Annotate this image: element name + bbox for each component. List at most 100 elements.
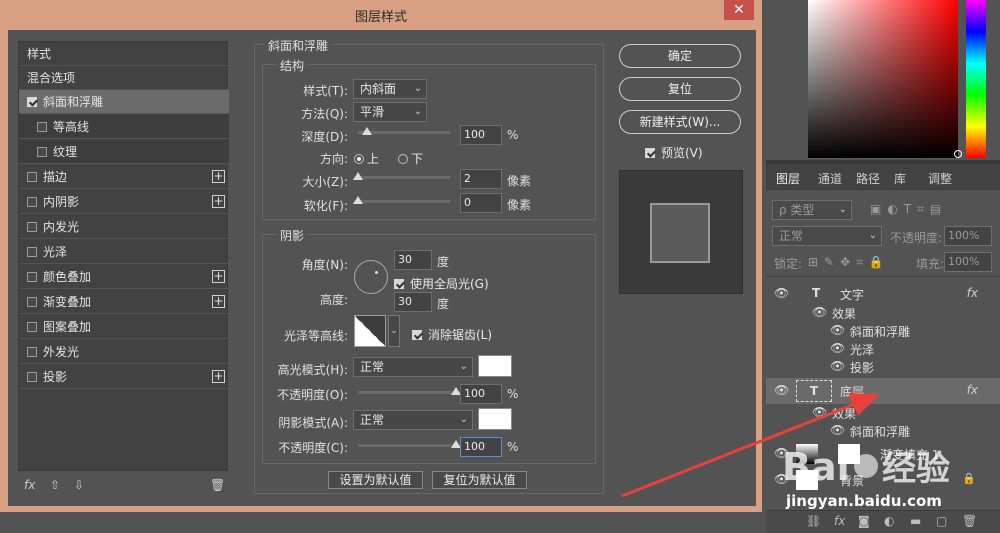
add-effect-icon[interactable]: +: [212, 295, 225, 308]
reset-default-button[interactable]: 复位为默认值: [432, 471, 527, 489]
style-select[interactable]: 内斜面 ⌄: [353, 79, 427, 99]
checkbox-icon[interactable]: [27, 222, 37, 232]
global-light-checkbox[interactable]: 使用全局光(G): [394, 275, 489, 292]
altitude-input[interactable]: 30: [394, 292, 432, 312]
size-slider[interactable]: [353, 172, 450, 180]
eye-icon[interactable]: 👁: [774, 383, 789, 397]
highlight-mode-select[interactable]: 正常 ⌄: [353, 357, 473, 377]
opacity-input[interactable]: 100%: [944, 226, 992, 246]
fx-icon[interactable]: fx: [967, 286, 978, 300]
angle-dial[interactable]: [354, 260, 388, 294]
style-item[interactable]: 描边 +: [19, 165, 229, 189]
dialog-titlebar[interactable]: 图层样式 ✕: [0, 0, 762, 28]
depth-input[interactable]: 100: [460, 125, 502, 145]
tab-channels[interactable]: 通道: [818, 170, 842, 187]
layer-row-text[interactable]: 👁 T 文字 fx: [766, 284, 1000, 306]
shadow-opacity-input[interactable]: 100: [460, 437, 502, 457]
kind-filter-select[interactable]: ρ 类型 ⌄: [772, 200, 852, 220]
blending-options-item[interactable]: 混合选项: [19, 66, 229, 90]
fx-icon[interactable]: fx: [24, 478, 35, 492]
fill-input[interactable]: 100%: [944, 252, 992, 272]
layer-row-base[interactable]: 👁 T 底层 fx: [766, 378, 1000, 404]
new-style-button[interactable]: 新建样式(W)...: [619, 110, 741, 134]
reset-button[interactable]: 复位: [619, 77, 741, 101]
effect-row[interactable]: 👁 投影: [766, 358, 1000, 380]
close-button[interactable]: ✕: [724, 0, 754, 20]
soften-input[interactable]: 0: [460, 193, 502, 213]
add-effect-icon[interactable]: +: [212, 195, 225, 208]
tab-layers[interactable]: 图层: [776, 170, 800, 187]
tab-libraries[interactable]: 库: [894, 170, 906, 187]
move-down-icon[interactable]: ⇩: [74, 478, 84, 492]
size-slider-thumb[interactable]: [353, 172, 363, 180]
add-effect-icon[interactable]: +: [212, 270, 225, 283]
style-item[interactable]: 光泽: [19, 240, 229, 264]
highlight-opacity-slider[interactable]: [358, 387, 461, 395]
tab-adjustments[interactable]: 调整: [928, 170, 952, 187]
checkbox-icon[interactable]: [27, 297, 37, 307]
trash-icon[interactable]: 🗑: [210, 478, 225, 492]
method-select[interactable]: 平滑 ⌄: [353, 102, 427, 122]
shadow-opacity-slider[interactable]: [358, 440, 461, 448]
lock-icons[interactable]: ⊞✎✥⌗🔒: [808, 255, 890, 270]
style-item[interactable]: 外发光: [19, 340, 229, 364]
add-effect-icon[interactable]: +: [212, 370, 225, 383]
preview-checkbox[interactable]: 预览(V): [645, 144, 703, 161]
fx-icon[interactable]: fx: [967, 383, 978, 397]
color-picker-field[interactable]: [808, 0, 958, 158]
chevron-down-icon[interactable]: ⌄: [388, 315, 400, 347]
checkbox-icon[interactable]: [37, 122, 47, 132]
depth-slider-thumb[interactable]: [362, 127, 373, 135]
filter-icons[interactable]: ▣◐T⌗▤: [870, 202, 947, 217]
checkbox-icon[interactable]: [27, 347, 37, 357]
eye-icon[interactable]: 👁: [812, 405, 827, 419]
eye-icon[interactable]: 👁: [774, 286, 789, 300]
checkbox-icon[interactable]: [37, 147, 47, 157]
angle-input[interactable]: 30: [394, 250, 432, 270]
color-picker-cursor[interactable]: [954, 150, 962, 158]
style-item[interactable]: 等高线: [19, 115, 229, 139]
eye-icon[interactable]: 👁: [830, 359, 845, 373]
shadow-color-swatch[interactable]: [478, 408, 512, 430]
checkbox-icon[interactable]: [27, 372, 37, 382]
style-item[interactable]: 投影 +: [19, 365, 229, 389]
style-item[interactable]: 纹理: [19, 140, 229, 164]
size-input[interactable]: 2: [460, 169, 502, 189]
soften-slider[interactable]: [353, 196, 450, 204]
highlight-color-swatch[interactable]: [478, 355, 512, 377]
shadow-mode-select[interactable]: 正常 ⌄: [353, 410, 473, 430]
make-default-button[interactable]: 设置为默认值: [328, 471, 423, 489]
highlight-mode-value: 正常: [360, 360, 385, 374]
style-item[interactable]: 渐变叠加 +: [19, 290, 229, 314]
highlight-opacity-input[interactable]: 100: [460, 384, 502, 404]
style-item[interactable]: 颜色叠加 +: [19, 265, 229, 289]
style-item[interactable]: 斜面和浮雕: [19, 90, 229, 114]
direction-down-radio[interactable]: 下: [398, 150, 423, 167]
add-effect-icon[interactable]: +: [212, 170, 225, 183]
style-item[interactable]: 内阴影 +: [19, 190, 229, 214]
checkbox-icon[interactable]: [27, 172, 37, 182]
direction-up-radio[interactable]: 上: [354, 150, 379, 167]
style-item[interactable]: 内发光: [19, 215, 229, 239]
checkbox-icon[interactable]: [27, 272, 37, 282]
hue-slider[interactable]: [966, 0, 986, 158]
checkbox-icon[interactable]: [27, 197, 37, 207]
eye-icon[interactable]: 👁: [812, 305, 827, 319]
soften-slider-thumb[interactable]: [353, 196, 363, 204]
eye-icon[interactable]: 👁: [830, 423, 845, 437]
checkbox-icon[interactable]: [27, 322, 37, 332]
style-item[interactable]: 图案叠加: [19, 315, 229, 339]
ok-button[interactable]: 确定: [619, 44, 741, 68]
checkbox-icon[interactable]: [27, 247, 37, 257]
gloss-contour-preview[interactable]: [354, 315, 386, 347]
blend-mode-select[interactable]: 正常 ⌄: [772, 226, 882, 246]
depth-slider[interactable]: [358, 127, 450, 135]
layer-style-dialog: 图层样式 ✕ 样式 混合选项 斜面和浮雕 等高线 纹理 描边 + 内阴影 + 内发光 光泽 颜色叠…: [0, 0, 762, 512]
move-up-icon[interactable]: ⇧: [50, 478, 60, 492]
anti-alias-checkbox[interactable]: 消除锯齿(L): [412, 326, 492, 343]
checkbox-checked-icon[interactable]: [27, 97, 37, 107]
eye-icon[interactable]: 👁: [830, 341, 845, 355]
eye-icon[interactable]: 👁: [830, 323, 845, 337]
tab-paths[interactable]: 路径: [856, 170, 880, 187]
styles-header[interactable]: 样式: [19, 42, 229, 66]
